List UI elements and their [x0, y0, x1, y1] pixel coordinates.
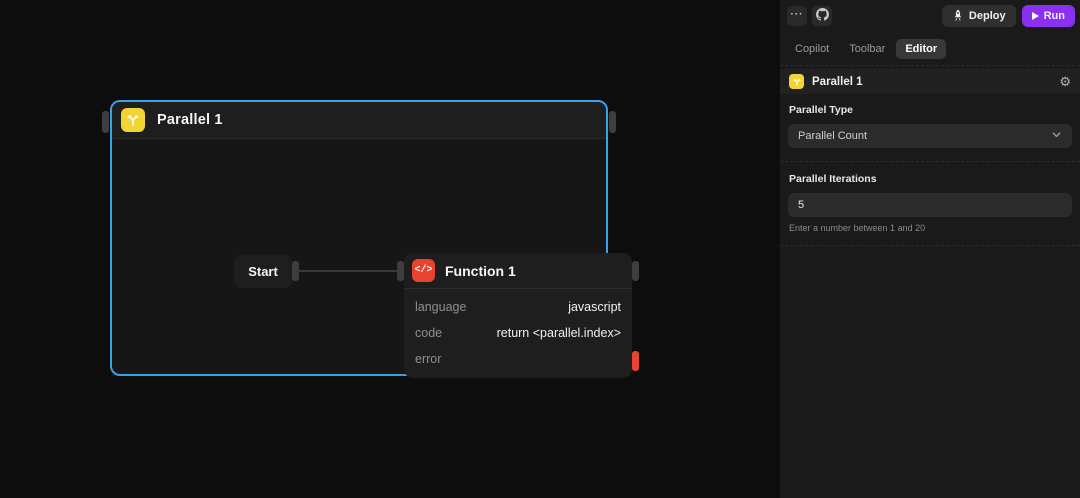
parallel-group-header[interactable]: Parallel 1 [112, 102, 606, 139]
section-separator [780, 65, 1080, 66]
deploy-button-label: Deploy [969, 10, 1006, 22]
inspector-sidebar: ··· Deploy [780, 0, 1080, 498]
prop-row-code[interactable]: code return <parallel.index> [404, 320, 632, 346]
parallel-group-node[interactable]: Parallel 1 Start </> Function 1 language [110, 100, 608, 376]
prop-key: error [415, 352, 441, 366]
group-input-handle[interactable] [102, 111, 109, 133]
parallel-type-value: Parallel Count [798, 130, 867, 142]
app-window: Parallel 1 Start </> Function 1 language [0, 0, 1080, 498]
function-node-header[interactable]: </> Function 1 [404, 253, 632, 289]
tab-editor[interactable]: Editor [896, 39, 946, 59]
parallel-iterations-input[interactable] [788, 193, 1072, 217]
gear-icon[interactable]: ⚙ [1059, 75, 1071, 88]
parallel-type-select[interactable]: Parallel Count [788, 124, 1072, 148]
inspector-properties: Parallel Type Parallel Count Parallel It… [780, 94, 1080, 246]
prop-row-language[interactable]: language javascript [404, 294, 632, 320]
code-icon: </> [412, 259, 435, 282]
start-node[interactable]: Start [234, 255, 292, 288]
play-icon [1032, 12, 1039, 20]
run-button-label: Run [1044, 10, 1065, 22]
function-error-handle[interactable] [632, 351, 639, 371]
branch-split-icon [121, 108, 145, 132]
prop-key: code [415, 326, 442, 340]
section-separator [780, 245, 1080, 246]
prop-value: return <parallel.index> [497, 326, 621, 340]
run-button[interactable]: Run [1022, 5, 1075, 27]
flow-canvas[interactable]: Parallel 1 Start </> Function 1 language [0, 0, 780, 498]
function-node[interactable]: </> Function 1 language javascript code … [404, 253, 632, 378]
deploy-button[interactable]: Deploy [942, 5, 1016, 27]
parallel-type-label: Parallel Type [789, 104, 1071, 116]
edge-start-to-function[interactable] [296, 270, 402, 272]
branch-split-icon [789, 74, 804, 89]
chevron-down-icon [1051, 129, 1062, 143]
parallel-iterations-helper: Enter a number between 1 and 20 [789, 223, 1071, 233]
rocket-icon [952, 9, 964, 24]
parallel-iterations-label: Parallel Iterations [789, 173, 1071, 185]
sidebar-topbar: ··· Deploy [780, 0, 1080, 32]
function-output-handle[interactable] [632, 261, 639, 281]
function-input-handle[interactable] [397, 261, 404, 281]
inspector-node-header: Parallel 1 ⚙ [780, 69, 1080, 94]
tab-copilot[interactable]: Copilot [786, 39, 838, 59]
prop-value: javascript [568, 300, 621, 314]
group-output-handle[interactable] [609, 111, 616, 133]
prop-row-error[interactable]: error [404, 346, 632, 372]
github-button[interactable] [812, 6, 832, 26]
sidebar-tabs: Copilot Toolbar Editor [780, 32, 1080, 65]
github-icon [816, 8, 829, 24]
inspector-node-title: Parallel 1 [812, 76, 863, 88]
prop-key: language [415, 300, 466, 314]
function-node-title: Function 1 [445, 263, 516, 279]
start-node-label: Start [248, 264, 278, 279]
more-options-button[interactable]: ··· [787, 6, 807, 26]
function-node-props: language javascript code return <paralle… [404, 289, 632, 378]
parallel-group-title: Parallel 1 [157, 112, 223, 128]
section-separator [780, 161, 1080, 162]
tab-toolbar[interactable]: Toolbar [840, 39, 894, 59]
